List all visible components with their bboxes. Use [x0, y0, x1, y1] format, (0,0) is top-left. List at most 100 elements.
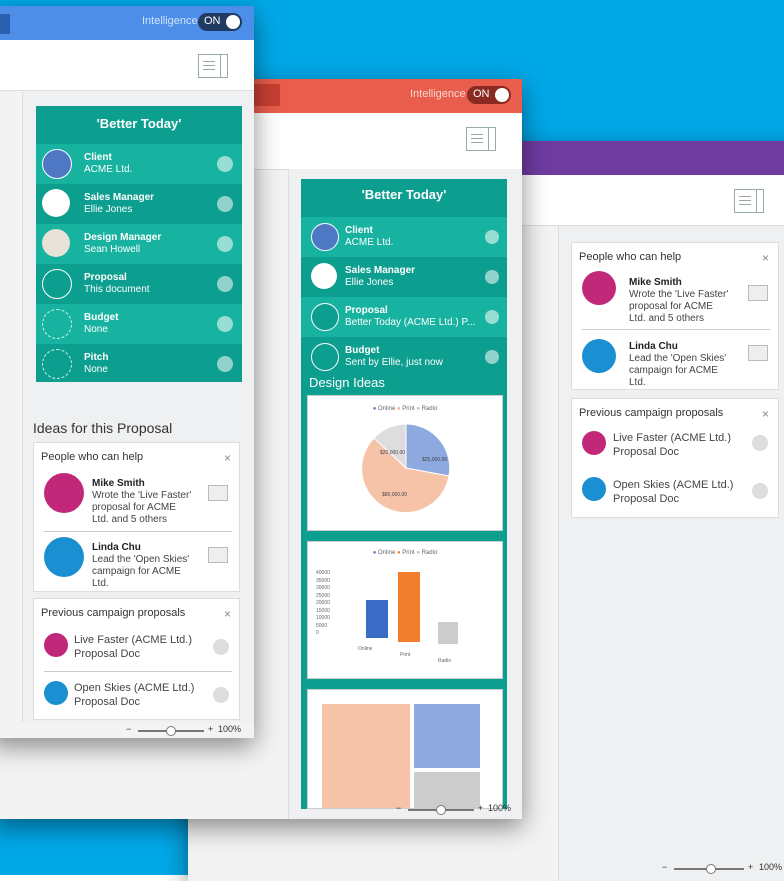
document-icon [42, 269, 72, 299]
team-card: 'Better Today' Client ACME Ltd. Sales Man… [301, 179, 507, 809]
person-icon [42, 229, 70, 257]
status-dot [217, 236, 233, 252]
document-icon [44, 633, 68, 657]
avatar [582, 271, 616, 305]
status-dot [485, 230, 499, 244]
proposal-link[interactable]: Live Faster (ACME Ltd.) Proposal Doc [613, 431, 743, 459]
status-dot [752, 483, 768, 499]
team-row-proposal[interactable]: Proposal This document [36, 264, 242, 304]
status-dot [485, 310, 499, 324]
bar-xtick: Online [358, 646, 373, 652]
bar-xtick: Radio [438, 658, 452, 664]
person-mike: Mike Smith Wrote the 'Live Faster' proposa… [629, 277, 729, 324]
people-card: People who can help × Mike Smith Wrote th… [33, 442, 240, 592]
avatar [582, 339, 616, 373]
status-dot [213, 639, 229, 655]
intelligence-label: Intelligence [142, 15, 198, 27]
intelligence-label: Intelligence [410, 88, 466, 100]
bar-online [366, 600, 388, 638]
close-icon[interactable]: × [762, 251, 769, 265]
chart-icon [311, 343, 339, 371]
document-icon [44, 681, 68, 705]
team-row-design[interactable]: Design Manager Sean Howell [36, 224, 242, 264]
team-row-budget[interactable]: Budget None [36, 304, 242, 344]
team-card: 'Better Today' Client ACME Ltd. Sales Man… [36, 106, 242, 382]
status-dot [485, 270, 499, 284]
people-title: People who can help [41, 451, 144, 463]
bar-xtick: Print [400, 652, 411, 658]
pie-chart [361, 423, 451, 514]
close-icon[interactable]: × [762, 407, 769, 421]
people-card: People who can help × Mike Smith Wrote th… [571, 242, 779, 390]
zoom-in-button[interactable]: + [478, 803, 483, 813]
zoom-bar: − + 100% [126, 724, 250, 736]
people-title: People who can help [579, 251, 682, 263]
status-dot [752, 435, 768, 451]
zoom-out-button[interactable]: − [126, 724, 131, 734]
team-row-budget[interactable]: Budget Sent by Ellie, just now [301, 337, 507, 377]
zoom-in-button[interactable]: + [748, 862, 753, 872]
previous-title: Previous campaign proposals [579, 407, 724, 419]
document-icon [311, 303, 339, 331]
design-idea-layout[interactable] [307, 689, 503, 809]
insights-pane: 'Better Today' Client ACME Ltd. Sales Man… [288, 169, 522, 819]
building-icon [42, 149, 72, 179]
insights-pane: People who can help × Mike Smith Wrote th… [558, 226, 784, 881]
close-icon[interactable]: × [224, 451, 231, 465]
zoom-out-button[interactable]: − [396, 803, 401, 813]
intelligence-toggle[interactable]: ON [467, 86, 511, 104]
person-icon [311, 263, 337, 289]
team-row-sales[interactable]: Sales Manager Ellie Jones [301, 257, 507, 297]
zoom-thumb[interactable] [706, 864, 716, 874]
chat-icon[interactable] [208, 547, 228, 563]
proposal-link[interactable]: Open Skies (ACME Ltd.) Proposal Doc [613, 478, 743, 506]
ribbon [0, 40, 254, 91]
zoom-level: 100% [759, 862, 783, 872]
bar-radio [438, 622, 458, 644]
previous-title: Previous campaign proposals [41, 607, 186, 619]
zoom-out-button[interactable]: − [662, 862, 667, 872]
pie-label: $20,000.00 [380, 450, 406, 456]
status-dot [217, 276, 233, 292]
document-icon [582, 431, 606, 455]
status-dot [217, 356, 233, 372]
ideas-heading: Ideas for this Proposal [33, 420, 173, 436]
avatar [44, 537, 84, 577]
zoom-thumb[interactable] [166, 726, 176, 736]
team-row-pitch[interactable]: Pitch None [36, 344, 242, 382]
pie-label: $80,000.00 [382, 492, 408, 498]
team-row-client[interactable]: Client ACME Ltd. [36, 144, 242, 184]
design-idea-pie[interactable]: ● Online ● Print ● Radio $20,000.00 $25,… [307, 395, 503, 531]
design-idea-bar[interactable]: ● Online ● Print ● Radio 40000 35000 30000… [307, 541, 503, 679]
empty-circle-icon [42, 309, 72, 339]
chat-icon[interactable] [748, 285, 768, 301]
status-dot [217, 196, 233, 212]
proposal-link[interactable]: Open Skies (ACME Ltd.) Proposal Doc [74, 681, 204, 709]
document-pane-icon[interactable] [198, 54, 228, 78]
team-title: 'Better Today' [361, 187, 447, 202]
status-dot [217, 316, 233, 332]
divider [44, 531, 232, 532]
document-pane-icon[interactable] [466, 127, 496, 151]
team-row-proposal[interactable]: Proposal Better Today (ACME Ltd.) P... [301, 297, 507, 337]
bar-print [398, 572, 420, 642]
proposal-link[interactable]: Live Faster (ACME Ltd.) Proposal Doc [74, 633, 204, 661]
bar-legend: ● Online ● Print ● Radio [372, 550, 438, 556]
team-row-client[interactable]: Client ACME Ltd. [301, 217, 507, 257]
avatar [44, 473, 84, 513]
title-field [0, 14, 10, 34]
intelligence-toggle[interactable]: ON [198, 13, 242, 31]
pie-label: $25,000.00 [422, 457, 448, 463]
building-icon [311, 223, 339, 251]
zoom-in-button[interactable]: + [208, 724, 213, 734]
document-pane-icon[interactable] [734, 189, 764, 213]
person-linda: Linda Chu Lead the 'Open Skies' campaign f… [92, 542, 190, 589]
zoom-level: 100% [218, 724, 242, 734]
close-icon[interactable]: × [224, 607, 231, 621]
status-dot [213, 687, 229, 703]
zoom-thumb[interactable] [436, 805, 446, 815]
chat-icon[interactable] [748, 345, 768, 361]
chat-icon[interactable] [208, 485, 228, 501]
previous-card: Previous campaign proposals × Live Faste… [33, 598, 240, 720]
team-row-sales[interactable]: Sales Manager Ellie Jones [36, 184, 242, 224]
